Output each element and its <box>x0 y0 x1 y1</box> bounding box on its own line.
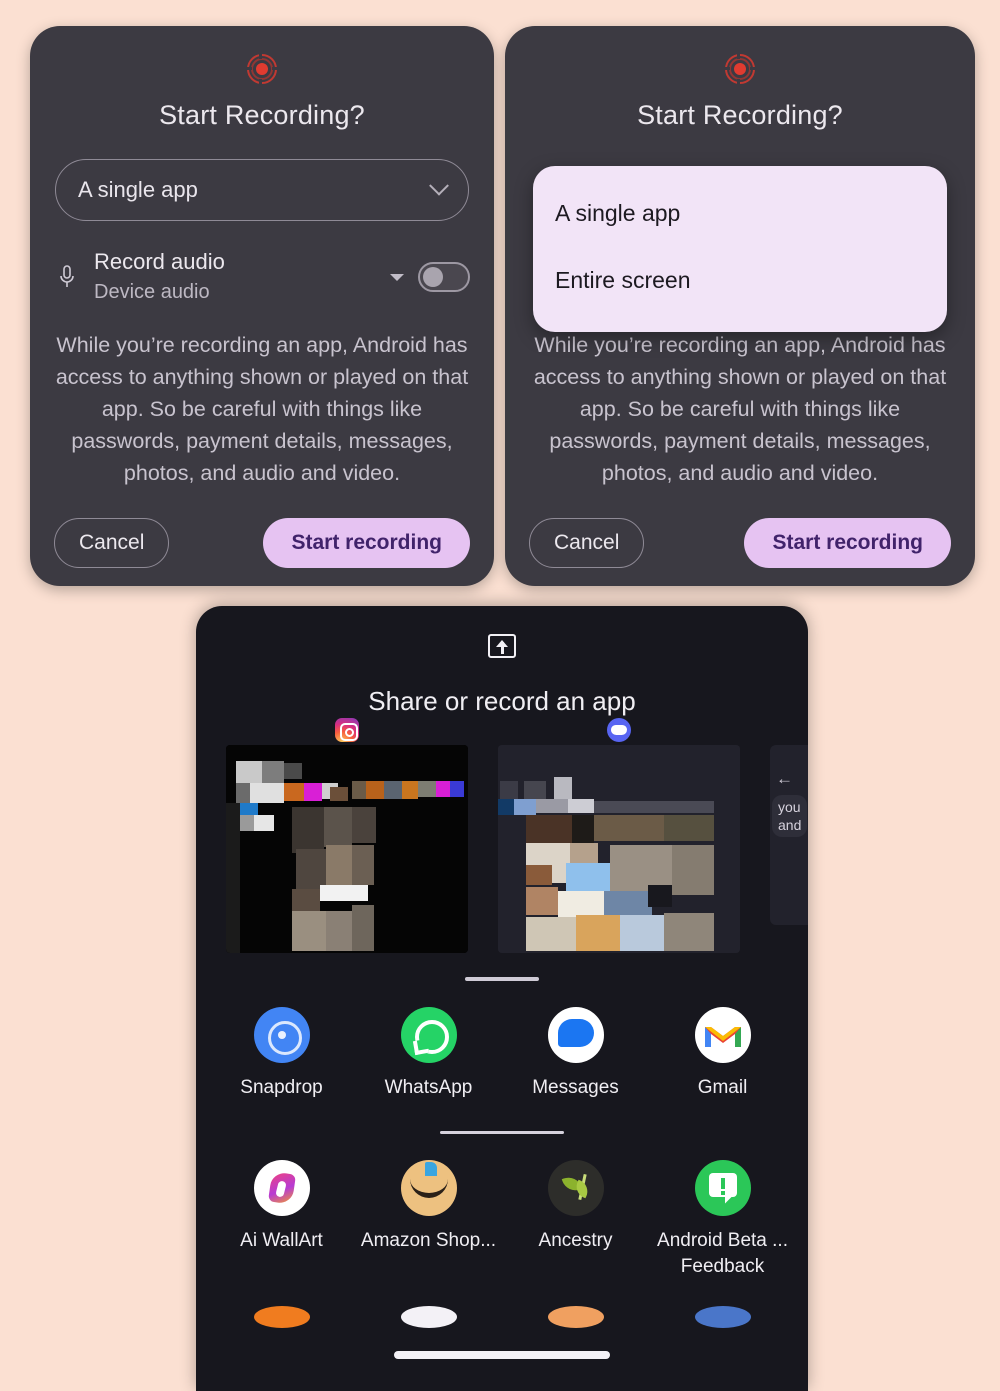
start-recording-button[interactable]: Start recording <box>263 518 470 568</box>
dialog-actions: Cancel Start recording <box>30 518 494 568</box>
app-label: Ancestry <box>538 1230 613 1251</box>
app-label: Ai WallArt <box>240 1230 323 1251</box>
section-divider <box>465 977 539 981</box>
record-icon-wrap <box>30 26 494 85</box>
start-recording-button[interactable]: Start recording <box>744 518 951 568</box>
ancestry-icon <box>547 1160 604 1216</box>
cancel-button[interactable]: Cancel <box>54 518 170 568</box>
share-icon-wrap <box>196 606 808 658</box>
dropdown-option-entire-screen[interactable]: Entire screen <box>533 255 947 306</box>
app-label: Gmail <box>697 1077 748 1098</box>
app-icon-partial <box>694 1306 751 1328</box>
app-item-partial[interactable] <box>208 1306 355 1328</box>
app-label: WhatsApp <box>384 1077 473 1098</box>
app-label: Snapdrop <box>240 1077 323 1098</box>
share-or-record-sheet: Share or record an app ← you and Snapdro… <box>196 606 808 1391</box>
share-upload-icon <box>488 634 516 658</box>
dialog-actions: Cancel Start recording <box>505 518 975 568</box>
fragment-line-1: you <box>778 799 801 815</box>
app-item-whatsapp[interactable]: WhatsApp <box>355 1007 502 1101</box>
chevron-down-icon <box>429 175 449 196</box>
app-label: Android Beta ... Feedback <box>653 1228 793 1280</box>
start-recording-dialog: Start Recording? A single app Record aud… <box>30 26 494 586</box>
thumbnail-preview[interactable] <box>226 745 468 953</box>
app-item-messages[interactable]: Messages <box>502 1007 649 1101</box>
record-icon <box>724 53 756 85</box>
dropdown-option-single-app[interactable]: A single app <box>533 188 947 239</box>
ai-wallart-icon <box>253 1160 310 1216</box>
app-label: Amazon Shop... <box>360 1230 497 1251</box>
dialog-body-text: While you’re recording an app, Android h… <box>55 333 469 485</box>
record-icon-wrap <box>505 26 975 85</box>
app-thumbnail-partial[interactable]: ← you and <box>770 745 808 925</box>
section-divider-2 <box>440 1131 564 1134</box>
app-item-partial[interactable] <box>502 1306 649 1328</box>
app-icon-partial <box>253 1306 310 1328</box>
blurred-screenshot <box>498 745 740 953</box>
app-icon-partial <box>400 1306 457 1328</box>
recording-scope-select[interactable]: A single app <box>55 159 469 221</box>
fragment-line-2: and <box>778 817 802 833</box>
record-audio-row[interactable]: Record audio Device audio <box>54 247 470 307</box>
record-audio-toggle[interactable] <box>418 262 470 292</box>
app-item-partial[interactable] <box>649 1306 796 1328</box>
blurred-screenshot <box>226 745 468 953</box>
app-label-line-1: Android Beta ... <box>657 1230 788 1251</box>
messages-icon <box>547 1007 604 1063</box>
record-audio-sublabel: Device audio <box>94 281 210 303</box>
record-icon <box>246 53 278 85</box>
android-beta-feedback-icon <box>694 1160 751 1216</box>
app-item-gmail[interactable]: Gmail <box>649 1007 796 1101</box>
microphone-icon <box>54 264 80 290</box>
dialog-body-text: While you’re recording an app, Android h… <box>533 333 947 485</box>
gmail-icon <box>694 1007 751 1063</box>
app-icon-partial <box>547 1306 604 1328</box>
thumbnail-text-fragment: you and <box>772 795 808 837</box>
app-item-ancestry[interactable]: Ancestry <box>502 1160 649 1280</box>
screenshot-root: Start Recording? A single app Record aud… <box>0 0 1000 1391</box>
back-arrow-icon: ← <box>776 769 793 788</box>
app-item-android-beta-feedback[interactable]: Android Beta ... Feedback <box>649 1160 796 1280</box>
sheet-title: Share or record an app <box>368 686 636 716</box>
dialog-title: Start Recording? <box>637 100 843 130</box>
app-item-amazon-shopping[interactable]: Amazon Shop... <box>355 1160 502 1280</box>
start-recording-dialog-expanded: Start Recording? A single app Record aud… <box>505 26 975 586</box>
record-audio-texts: Record audio Device audio <box>94 247 390 307</box>
discord-icon <box>607 718 631 742</box>
recording-scope-dropdown: A single app Entire screen <box>533 166 947 332</box>
app-thumbnail-row: ← you and <box>196 718 808 953</box>
instagram-icon <box>335 718 359 742</box>
amazon-shopping-icon <box>400 1160 457 1216</box>
caret-down-icon[interactable] <box>390 273 404 281</box>
app-item-ai-wallart[interactable]: Ai WallArt <box>208 1160 355 1280</box>
whatsapp-icon <box>400 1007 457 1063</box>
app-item-partial[interactable] <box>355 1306 502 1328</box>
dialog-title: Start Recording? <box>159 100 365 130</box>
thumbnail-preview[interactable] <box>498 745 740 953</box>
app-item-snapdrop[interactable]: Snapdrop <box>208 1007 355 1101</box>
app-share-row-3-partial <box>196 1306 808 1328</box>
cancel-button[interactable]: Cancel <box>529 518 645 568</box>
app-thumbnail-instagram[interactable] <box>226 718 468 953</box>
recording-scope-value: A single app <box>78 177 198 202</box>
app-thumbnail-discord[interactable] <box>498 718 740 953</box>
home-indicator[interactable] <box>394 1351 610 1359</box>
app-share-row-2: Ai WallArt Amazon Shop... Ancestry Andro… <box>196 1160 808 1280</box>
record-audio-label: Record audio <box>94 249 225 274</box>
app-share-row-1: Snapdrop WhatsApp Messages Gmail <box>196 1007 808 1101</box>
app-label-line-2: Feedback <box>680 1256 765 1277</box>
snapdrop-icon <box>253 1007 310 1063</box>
app-label: Messages <box>532 1077 619 1098</box>
